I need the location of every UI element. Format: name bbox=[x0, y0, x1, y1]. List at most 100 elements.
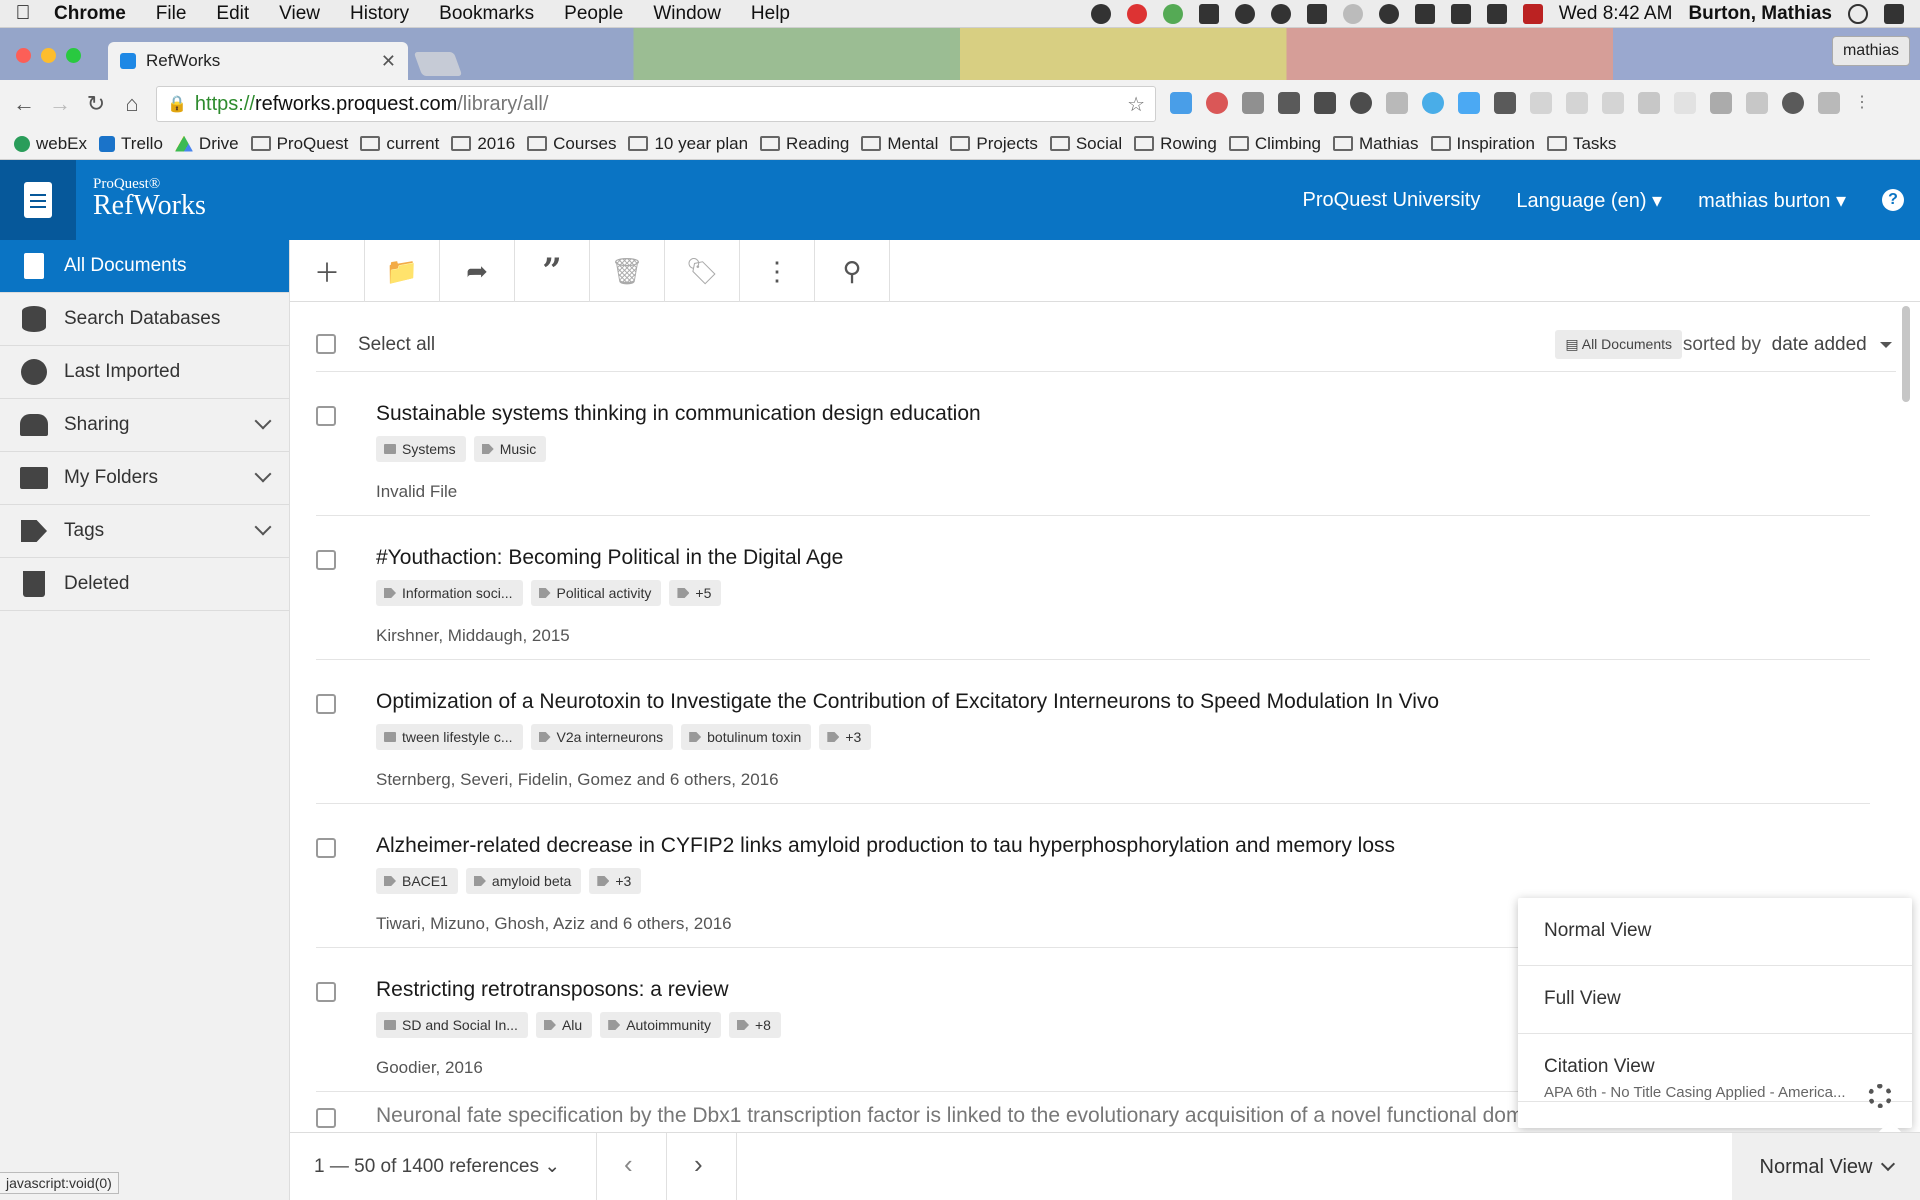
refworks-logo-icon[interactable] bbox=[0, 160, 76, 240]
bookmark-folder[interactable]: Inspiration bbox=[1430, 134, 1535, 154]
document-title[interactable]: #Youthaction: Becoming Political in the … bbox=[376, 546, 843, 570]
folder-chip[interactable]: tween lifestyle c... bbox=[376, 724, 523, 750]
apple-icon[interactable]:  bbox=[0, 2, 46, 25]
add-icon[interactable]: ＋ bbox=[290, 240, 365, 302]
view-option-citation[interactable]: Citation View APA 6th - No Title Casing … bbox=[1518, 1034, 1912, 1108]
close-tab-icon[interactable]: ✕ bbox=[381, 51, 396, 72]
lock-icon[interactable]: 🔒 bbox=[167, 94, 187, 114]
gear-icon[interactable] bbox=[1868, 1084, 1892, 1108]
tag-icon[interactable]: 🏷 bbox=[665, 240, 740, 302]
chevron-down-icon[interactable] bbox=[254, 412, 272, 430]
view-mode-button[interactable]: Normal View bbox=[1732, 1133, 1920, 1200]
forward-icon[interactable]: → bbox=[42, 91, 78, 117]
bookmark-folder[interactable]: Climbing bbox=[1228, 134, 1321, 154]
document-title[interactable]: Optimization of a Neurotoxin to Investig… bbox=[376, 690, 1439, 714]
wordpress-icon[interactable] bbox=[1782, 92, 1804, 114]
list-item[interactable]: Sustainable systems thinking in communic… bbox=[316, 372, 1870, 516]
bookmark-folder[interactable]: 2016 bbox=[451, 134, 515, 154]
extension-icon[interactable] bbox=[1170, 92, 1192, 114]
amazon-icon[interactable] bbox=[1278, 92, 1300, 114]
document-title[interactable]: Restricting retrotransposons: a review bbox=[376, 978, 728, 1002]
volume-icon[interactable] bbox=[1414, 3, 1435, 24]
app-menu[interactable]: Chrome bbox=[46, 3, 141, 25]
notification-center-icon[interactable] bbox=[1884, 3, 1904, 24]
menu-view[interactable]: View bbox=[264, 3, 335, 25]
search-icon[interactable]: ⚲ bbox=[815, 240, 890, 302]
tag-chip[interactable]: BACE1 bbox=[376, 868, 458, 894]
close-window-icon[interactable] bbox=[16, 48, 31, 63]
profile-button[interactable]: mathias bbox=[1831, 36, 1910, 66]
document-title[interactable]: Neuronal fate specification by the Dbx1 … bbox=[376, 1104, 1552, 1128]
tag-chip[interactable]: V2a interneurons bbox=[530, 724, 674, 750]
sidebar-item-sharing[interactable]: Sharing bbox=[0, 399, 289, 452]
wifi-icon[interactable] bbox=[1450, 3, 1471, 24]
minimize-window-icon[interactable] bbox=[41, 48, 56, 63]
tag-chip[interactable]: Political activity bbox=[530, 580, 662, 606]
function-icon[interactable] bbox=[1314, 92, 1336, 114]
zoom-window-icon[interactable] bbox=[66, 48, 81, 63]
battery-icon[interactable] bbox=[1486, 3, 1507, 24]
sidebar-item-deleted[interactable]: Deleted bbox=[0, 558, 289, 611]
language-menu[interactable]: Language (en) ▾ bbox=[1516, 188, 1662, 213]
menubar-user[interactable]: Burton, Mathias bbox=[1688, 3, 1832, 25]
next-page-icon[interactable]: › bbox=[694, 1149, 703, 1180]
dropbox-icon[interactable] bbox=[1306, 3, 1327, 24]
row-checkbox[interactable] bbox=[316, 406, 336, 426]
menu-people[interactable]: People bbox=[549, 3, 638, 25]
quote-icon[interactable]: ” bbox=[515, 240, 590, 302]
extension-icon[interactable] bbox=[1818, 92, 1840, 114]
pinterest-icon[interactable] bbox=[1206, 92, 1228, 114]
extension-icon[interactable] bbox=[1530, 92, 1552, 114]
folder-chip[interactable]: Systems bbox=[376, 436, 466, 462]
select-all-checkbox[interactable] bbox=[316, 334, 336, 354]
institution-link[interactable]: ProQuest University bbox=[1303, 189, 1481, 212]
bookmark-folder[interactable]: Courses bbox=[527, 134, 616, 154]
grammarly-icon[interactable] bbox=[1638, 92, 1660, 114]
brand[interactable]: ProQuest® RefWorks bbox=[93, 176, 206, 220]
more-tags-chip[interactable]: +3 bbox=[589, 868, 642, 894]
sort-control[interactable]: sorted by date added bbox=[1683, 334, 1892, 356]
pagination-range[interactable]: 1 — 50 of 1400 references ⌄ bbox=[314, 1155, 560, 1178]
bookmark-folder[interactable]: Social bbox=[1049, 134, 1122, 154]
chevron-down-icon[interactable] bbox=[254, 518, 272, 536]
flag-icon[interactable] bbox=[1522, 3, 1543, 24]
filter-chip[interactable]: ▤ All Documents bbox=[1555, 330, 1682, 359]
list-item[interactable]: Optimization of a Neurotoxin to Investig… bbox=[316, 660, 1870, 804]
tab-refworks[interactable]: RefWorks ✕ bbox=[108, 42, 408, 80]
reload-icon[interactable]: ↻ bbox=[78, 91, 114, 117]
menu-file[interactable]: File bbox=[141, 3, 202, 25]
bookmark-folder[interactable]: Projects bbox=[950, 134, 1038, 154]
evernote-icon[interactable] bbox=[1198, 3, 1219, 24]
document-title[interactable]: Alzheimer-related decrease in CYFIP2 lin… bbox=[376, 834, 1395, 858]
tag-chip[interactable]: Alu bbox=[535, 1012, 593, 1038]
extension-icon[interactable] bbox=[1674, 92, 1696, 114]
more-tags-chip[interactable]: +3 bbox=[819, 724, 872, 750]
sidebar-item-tags[interactable]: Tags bbox=[0, 505, 289, 558]
view-option-normal[interactable]: Normal View bbox=[1518, 898, 1912, 966]
new-tab-button[interactable] bbox=[413, 52, 463, 76]
sidebar-item-all-documents[interactable]: All Documents bbox=[0, 240, 289, 293]
timer-icon[interactable] bbox=[1234, 3, 1255, 24]
bookmark-folder[interactable]: Tasks bbox=[1546, 134, 1616, 154]
sidebar-item-last-imported[interactable]: Last Imported bbox=[0, 346, 289, 399]
bookmark-trello[interactable]: Trello bbox=[99, 134, 163, 154]
bookmark-drive[interactable]: Drive bbox=[174, 134, 239, 154]
view-option-full[interactable]: Full View bbox=[1518, 966, 1912, 1034]
home-icon[interactable]: ⌂ bbox=[114, 91, 150, 117]
extension-icon[interactable] bbox=[1566, 92, 1588, 114]
extension-icon[interactable] bbox=[1242, 92, 1264, 114]
folder-icon[interactable]: 📁 bbox=[365, 240, 440, 302]
bookmark-folder[interactable]: Mathias bbox=[1332, 134, 1419, 154]
tag-chip[interactable]: botulinum toxin bbox=[681, 724, 812, 750]
extension-icon[interactable] bbox=[1710, 92, 1732, 114]
row-checkbox[interactable] bbox=[316, 694, 336, 714]
menu-history[interactable]: History bbox=[335, 3, 424, 25]
menu-bookmarks[interactable]: Bookmarks bbox=[424, 3, 549, 25]
tag-chip[interactable]: Information soci... bbox=[376, 580, 523, 606]
list-item[interactable]: #Youthaction: Becoming Political in the … bbox=[316, 516, 1870, 660]
bookmark-webex[interactable]: webEx bbox=[14, 134, 87, 154]
bookmark-folder[interactable]: 10 year plan bbox=[628, 134, 748, 154]
record-status-icon[interactable] bbox=[1126, 3, 1147, 24]
bookmark-folder[interactable]: ProQuest bbox=[250, 134, 348, 154]
extension-icon[interactable] bbox=[1746, 92, 1768, 114]
